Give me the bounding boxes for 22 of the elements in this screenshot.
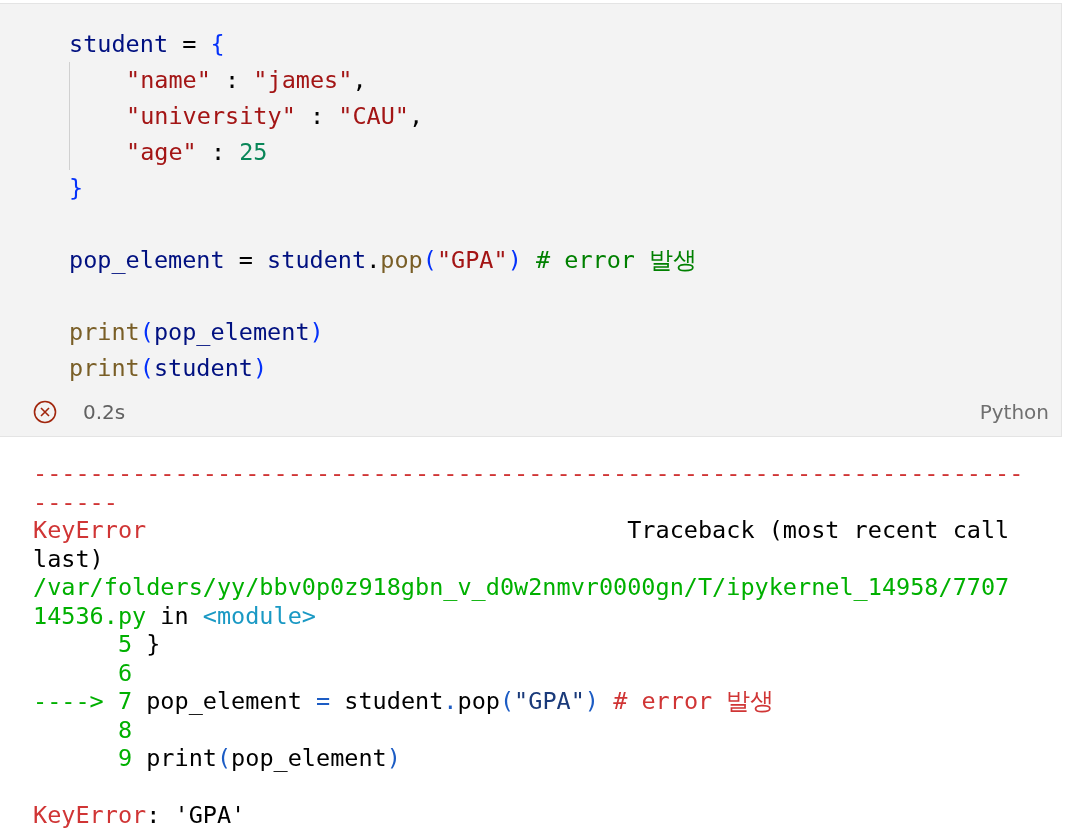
traceback-line: 6 <box>116 658 133 687</box>
code-line: pop_element = student.pop("GPA") # error 발생 <box>69 245 698 276</box>
traceback-line: ----> 7 pop_element = student.pop("GPA") # error 발생 <box>33 687 775 716</box>
traceback-line: KeyError Traceback (most recent call <box>33 516 1010 545</box>
traceback-line: 5 } <box>116 630 161 659</box>
code-line: "name" : "james", <box>126 65 367 96</box>
code-line: "university" : "CAU", <box>126 101 424 132</box>
code-line: print(pop_element) <box>69 317 324 348</box>
traceback-line: last) <box>33 544 104 573</box>
code-line: student = { <box>69 29 225 60</box>
traceback-line: 8 <box>116 715 133 744</box>
execution-time: 0.2s <box>83 400 126 424</box>
traceback-line: 14536.py in <module> <box>33 601 316 630</box>
traceback-line: ------ <box>33 487 118 516</box>
language-label[interactable]: Python <box>979 400 1049 424</box>
traceback-line: ---------------------------------------------------------------------- <box>33 459 1024 488</box>
code-line: "age" : 25 <box>126 137 268 168</box>
traceback-line: KeyError: 'GPA' <box>33 801 246 830</box>
code-line: print(student) <box>69 353 268 384</box>
traceback-line: 9 print(pop_element) <box>116 744 401 773</box>
traceback-line: /var/folders/yy/bbv0p0z918gbn_v_d0w2nmvr0000gn/T/ipykernel_14958/7707 <box>33 573 1010 602</box>
code-line: } <box>69 173 84 204</box>
